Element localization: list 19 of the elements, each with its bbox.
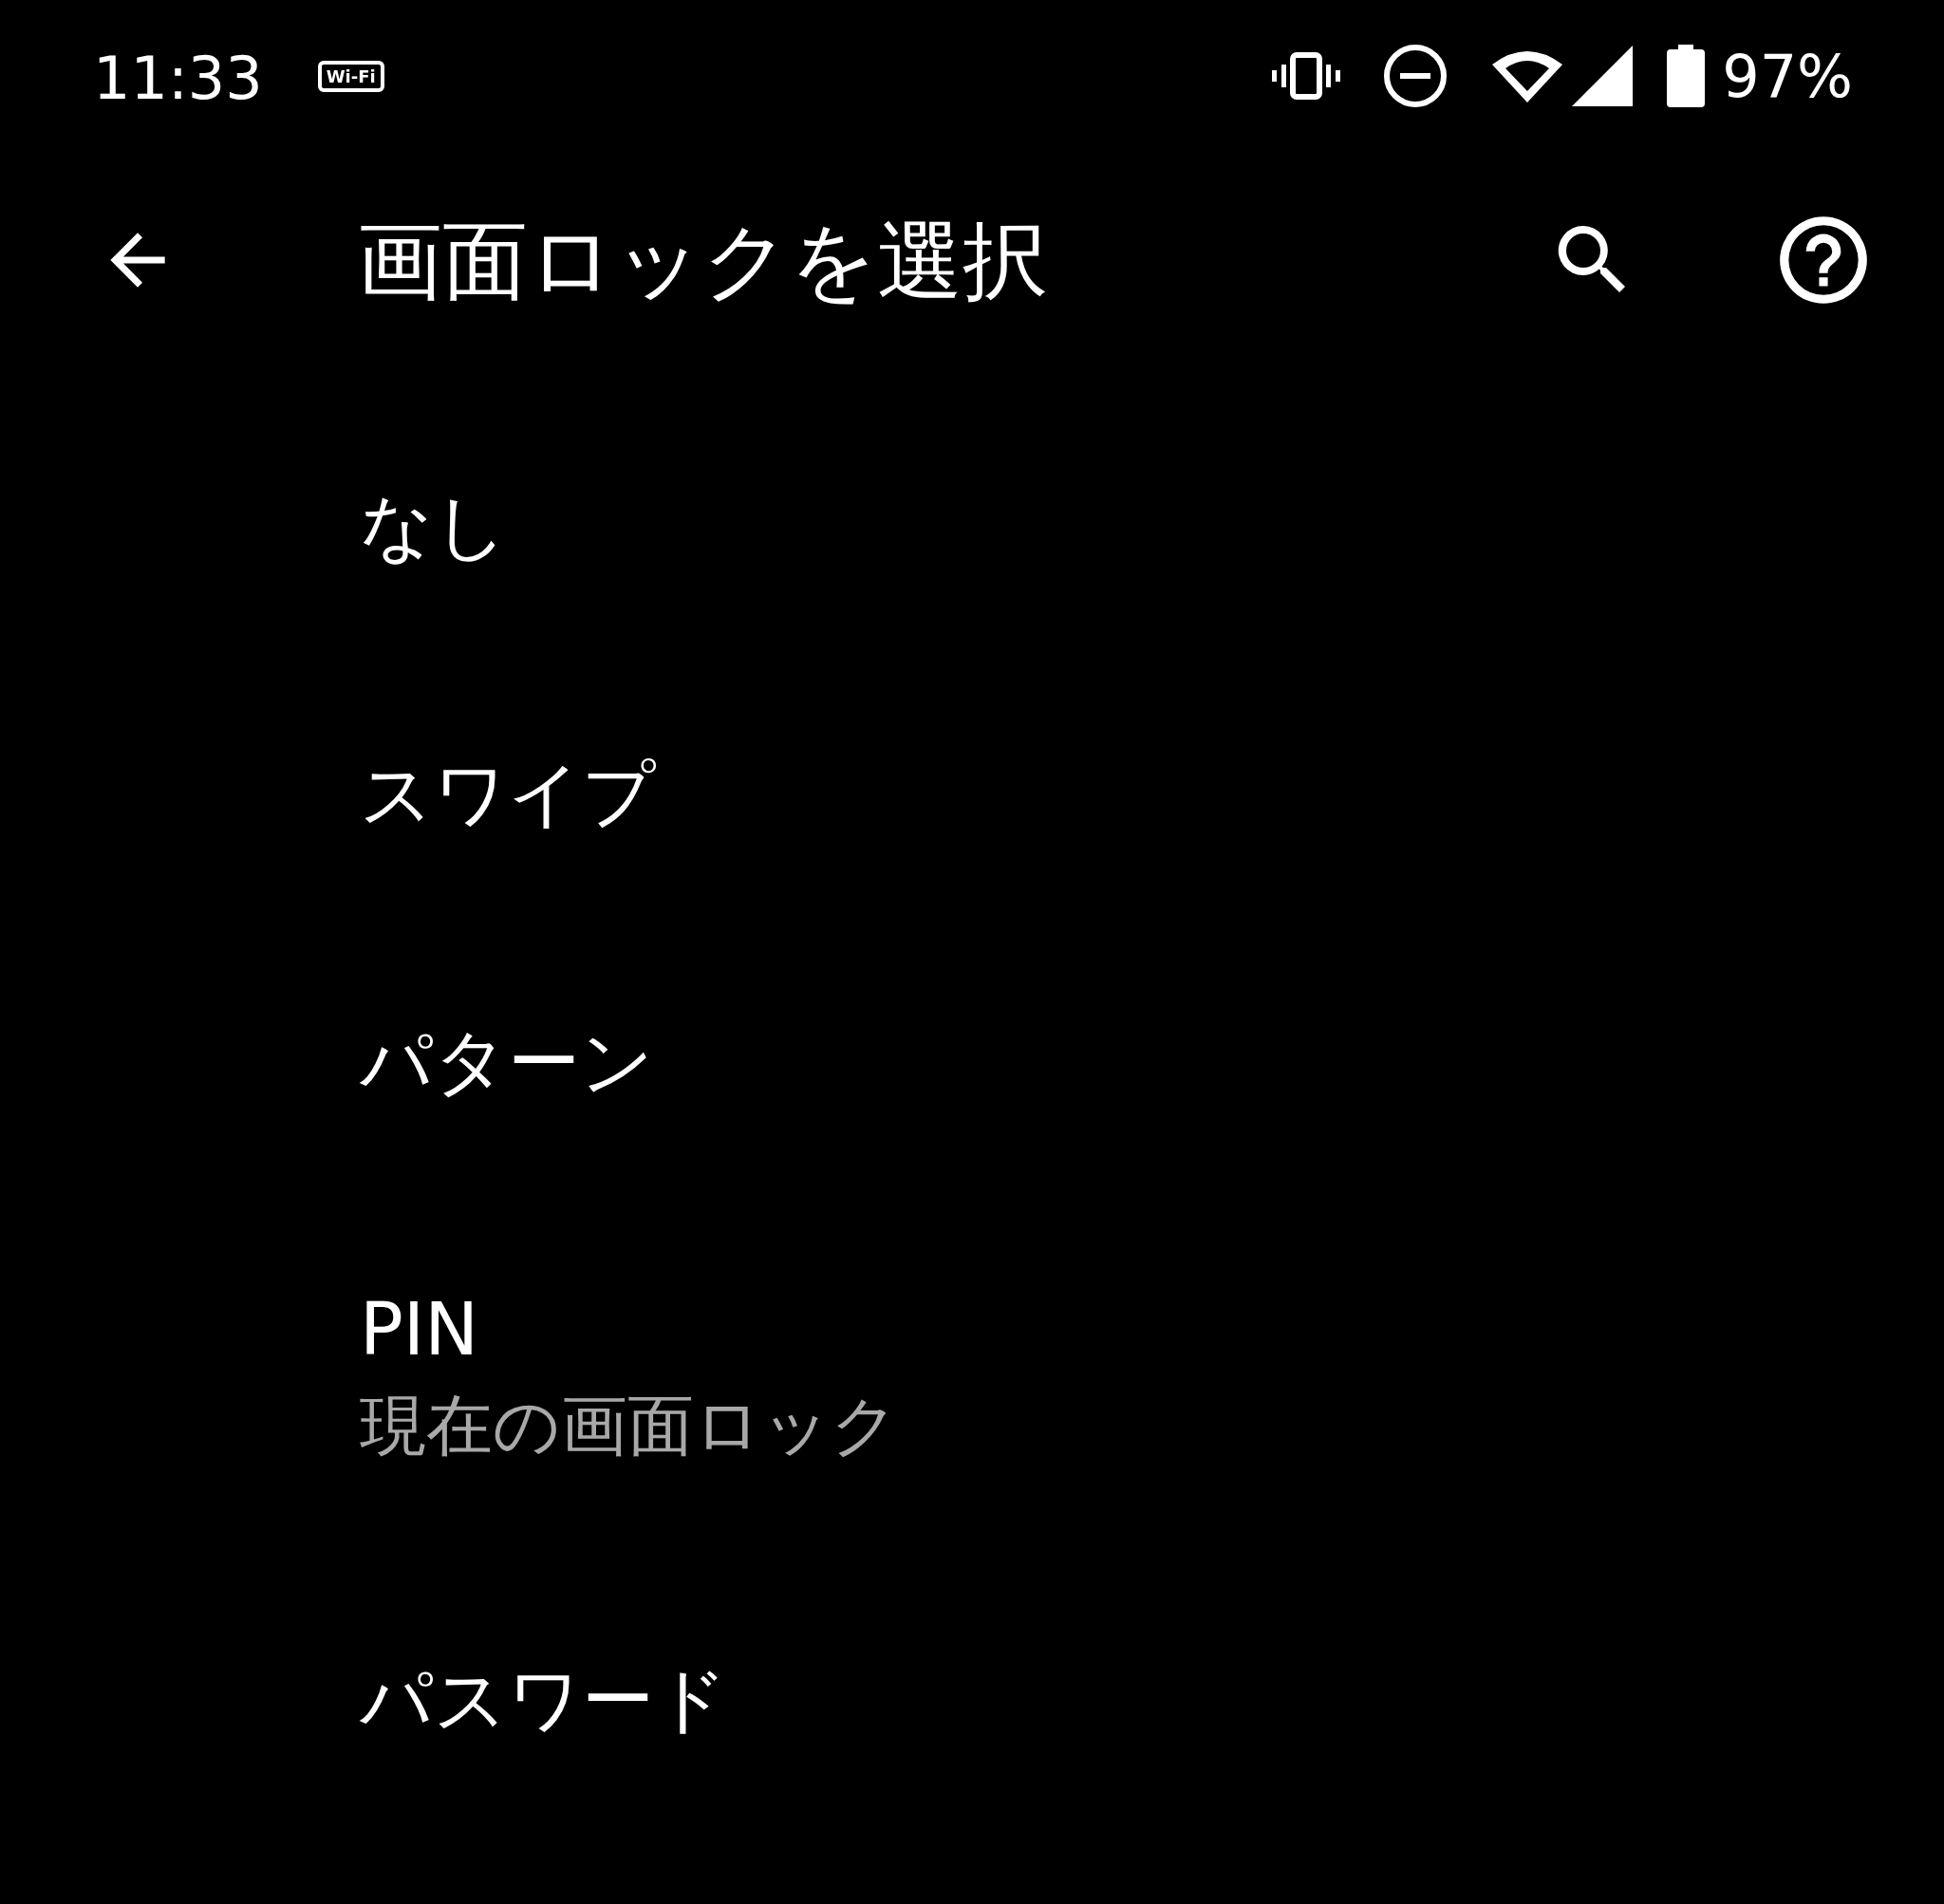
wifi-calling-badge: Wi-Fi xyxy=(317,60,384,92)
lock-option[interactable]: なし xyxy=(0,393,1944,661)
battery-icon xyxy=(1667,45,1706,107)
option-title: PIN xyxy=(360,1286,480,1373)
option-title: パターン xyxy=(360,1018,655,1106)
screen-title: 画面ロックを選択 xyxy=(357,213,1048,308)
option-title: パスワード xyxy=(360,1656,729,1744)
option-title: スワイプ xyxy=(360,751,657,838)
lock-option[interactable]: スワイプ xyxy=(0,661,1944,928)
lock-option[interactable]: PIN 現在の画面ロック xyxy=(0,1196,1944,1566)
clock-time: 11:33 xyxy=(93,43,263,113)
lock-option[interactable]: パスワード xyxy=(0,1566,1944,1834)
battery-percentage: 97% xyxy=(1722,41,1853,111)
cellular-signal-icon xyxy=(1572,46,1634,106)
do-not-disturb-icon xyxy=(1382,43,1449,109)
option-subtitle: 現在の画面ロック xyxy=(360,1386,900,1466)
option-title: なし xyxy=(360,483,509,570)
lock-option[interactable]: パターン xyxy=(0,928,1944,1196)
vibrate-icon xyxy=(1272,51,1341,101)
